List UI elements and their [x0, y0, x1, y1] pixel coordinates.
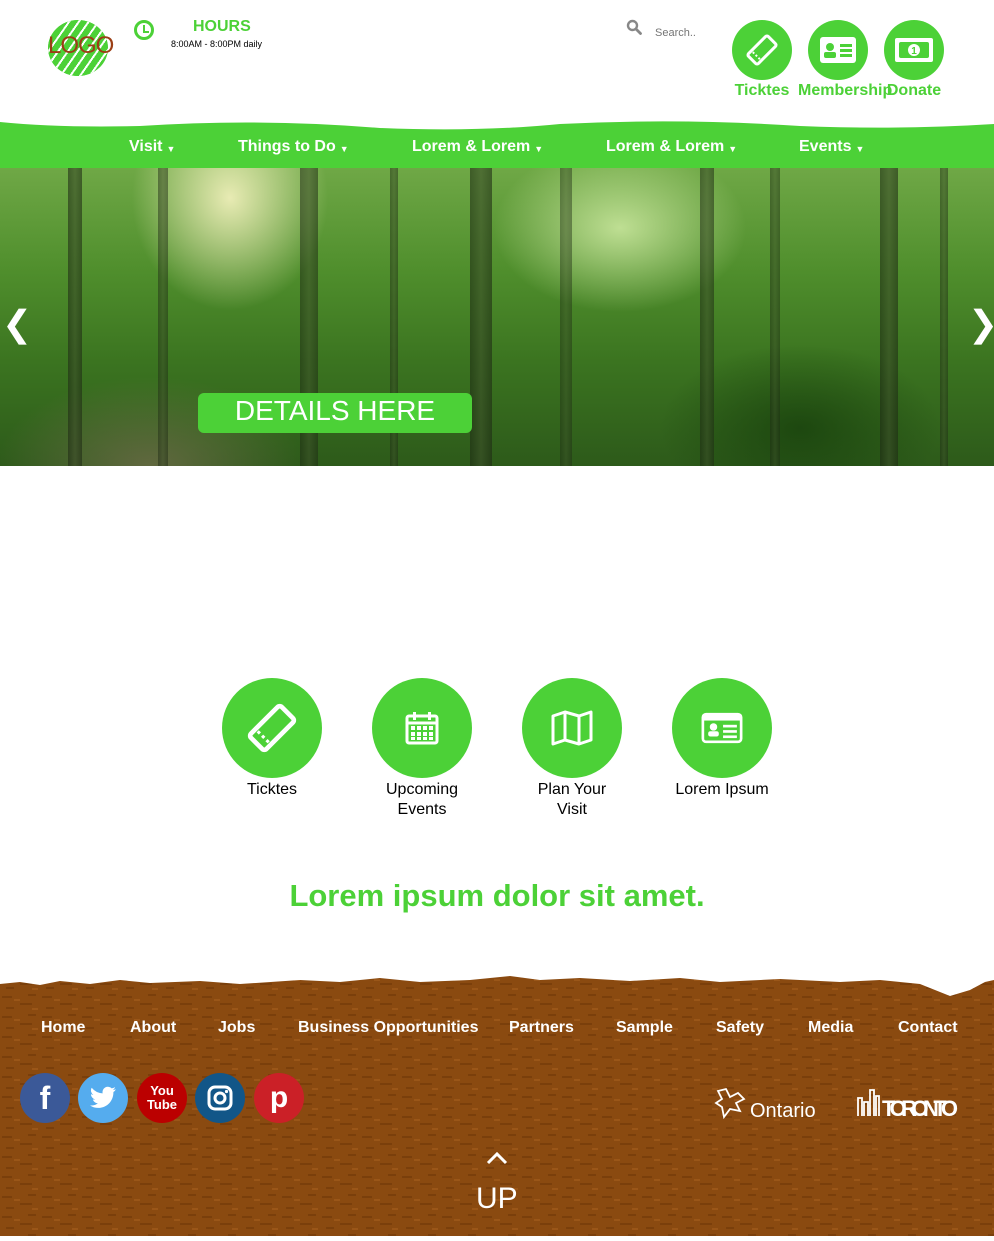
feature-label: Upcoming Events — [385, 781, 459, 818]
feature-tickets[interactable]: Ticktes — [197, 678, 347, 800]
footer-link-business-opportunities[interactable]: Business Opportunities — [298, 1019, 478, 1037]
logo-text: LOGO — [48, 32, 114, 59]
chevron-up-icon[interactable] — [486, 1151, 508, 1165]
footer-link-about[interactable]: About — [130, 1019, 176, 1037]
donate-button-label: Donate — [886, 82, 942, 99]
tagline: Lorem ipsum dolor sit amet. — [289, 878, 705, 913]
tickets-button-label: Ticktes — [734, 82, 790, 99]
toronto-logo[interactable]: TORONTO — [856, 1088, 960, 1125]
youtube-icon[interactable]: You Tube — [137, 1073, 187, 1123]
carousel-prev-arrow[interactable]: ❮ — [2, 306, 32, 342]
hours-title: HOURS — [193, 18, 251, 35]
clock-icon — [134, 20, 154, 40]
footer-link-media[interactable]: Media — [808, 1019, 853, 1037]
hero-forest-image — [0, 168, 994, 466]
footer-link-safety[interactable]: Safety — [716, 1019, 764, 1037]
nav-item-lorem-1[interactable]: Lorem & Lorem ▼ — [412, 138, 543, 156]
footer-link-contact[interactable]: Contact — [898, 1019, 958, 1037]
carousel-next-arrow[interactable]: ❯ — [968, 306, 994, 342]
twitter-icon[interactable] — [78, 1073, 128, 1123]
toronto-label: TORONTO — [882, 1096, 958, 1120]
ticket-icon — [746, 34, 778, 66]
membership-card-icon — [820, 37, 856, 63]
svg-text:1: 1 — [911, 46, 917, 57]
details-button[interactable]: DETAILS HERE — [198, 393, 472, 433]
facebook-icon[interactable]: f — [20, 1073, 70, 1123]
feature-upcoming-events[interactable]: Upcoming Events — [347, 678, 497, 820]
ticket-icon — [247, 703, 297, 753]
money-icon: 1 — [895, 38, 933, 62]
ontario-logo[interactable]: Ontario — [714, 1087, 824, 1128]
footer-link-jobs[interactable]: Jobs — [218, 1019, 255, 1037]
nav-item-events[interactable]: Events ▼ — [799, 138, 864, 156]
nav-item-visit[interactable]: Visit ▼ — [129, 138, 175, 156]
back-to-top-button[interactable]: UP — [476, 1182, 518, 1216]
map-icon — [551, 710, 593, 746]
footer-link-partners[interactable]: Partners — [509, 1019, 574, 1037]
feature-label: Ticktes — [246, 781, 298, 798]
nav-item-things-to-do[interactable]: Things to Do ▼ — [238, 138, 349, 156]
hours-text: 8:00AM - 8:00PM daily — [171, 39, 263, 49]
feature-lorem-ipsum[interactable]: Lorem Ipsum — [647, 678, 797, 800]
membership-button-label: Membership — [798, 82, 893, 99]
search-input[interactable] — [651, 24, 729, 42]
donate-button[interactable]: 1 Donate — [874, 20, 954, 100]
instagram-icon[interactable] — [195, 1073, 245, 1123]
footer-link-home[interactable]: Home — [41, 1019, 85, 1037]
feature-plan-your-visit[interactable]: Plan Your Visit — [497, 678, 647, 820]
membership-button[interactable]: Membership — [798, 20, 893, 100]
feature-label: Lorem Ipsum — [675, 781, 769, 798]
footer-link-sample[interactable]: Sample — [616, 1019, 673, 1037]
id-card-icon — [701, 712, 743, 744]
tickets-button[interactable]: Ticktes — [722, 20, 802, 100]
ontario-label: Ontario — [750, 1100, 816, 1122]
calendar-icon — [405, 712, 439, 745]
pinterest-icon[interactable]: p — [254, 1073, 304, 1123]
nav-item-lorem-2[interactable]: Lorem & Lorem ▼ — [606, 138, 737, 156]
search-icon[interactable] — [626, 19, 642, 35]
feature-label: Plan Your Visit — [537, 781, 607, 818]
